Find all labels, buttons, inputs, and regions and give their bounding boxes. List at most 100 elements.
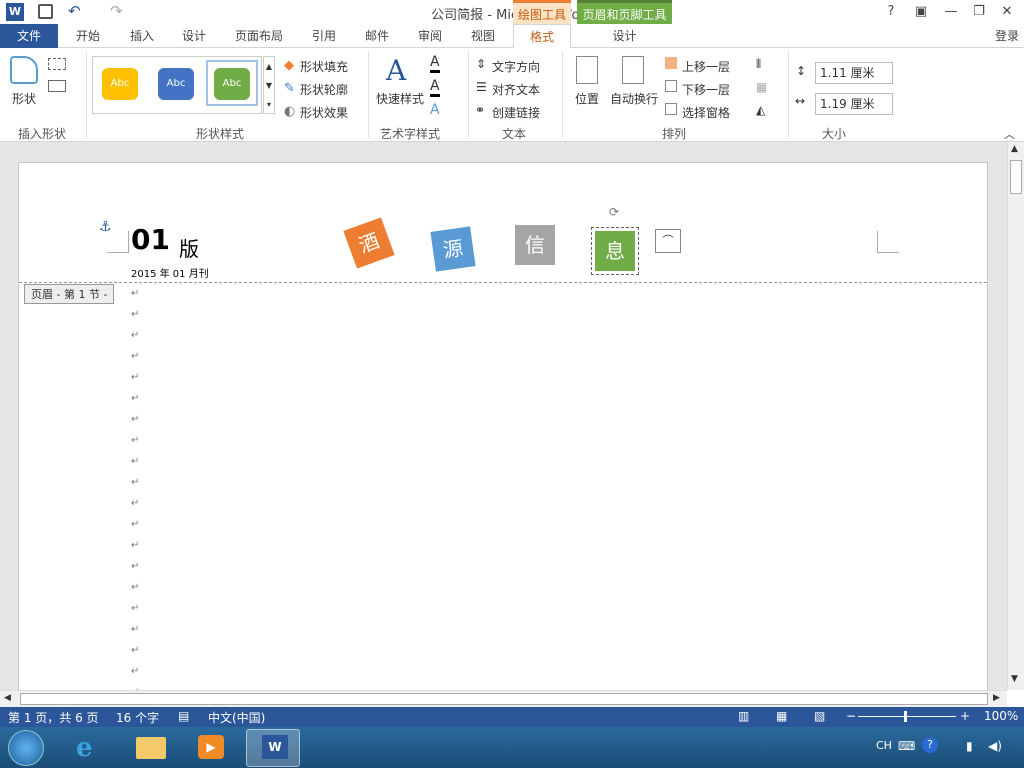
zoom-level[interactable]: 100% (984, 709, 1018, 723)
style-swatch-green[interactable]: Abc (214, 68, 250, 100)
status-bar: 第 1 页，共 6 页 16 个字 ▤ 中文(中国) ▥ ▦ ▧ − + 100… (0, 707, 1024, 727)
text-effect-icon[interactable]: A (430, 102, 440, 118)
tab-format[interactable]: 格式 (513, 24, 571, 49)
zoom-in-button[interactable]: + (960, 709, 970, 723)
tab-header-design[interactable]: 设计 (577, 24, 672, 48)
position-button[interactable]: 位置 (575, 90, 599, 107)
print-layout-icon[interactable]: ▦ (776, 709, 787, 723)
proofing-icon[interactable]: ▤ (178, 709, 189, 723)
text-fill-icon[interactable]: A (430, 54, 440, 73)
shape-width-input[interactable]: 1.19 厘米 (815, 93, 893, 115)
fill-icon: ◆ (284, 58, 294, 73)
media-player-icon[interactable]: ▶ (198, 735, 224, 759)
zoom-thumb[interactable] (904, 711, 907, 722)
send-backward-button[interactable]: 下移一层 (682, 81, 730, 98)
tile-3[interactable]: 信 (515, 225, 555, 265)
scroll-left-icon[interactable]: ◀ (4, 693, 11, 703)
shape-fill-button[interactable]: 形状填充 (300, 58, 348, 75)
tile-2[interactable]: 源 (430, 226, 476, 272)
style-swatch-blue[interactable]: Abc (158, 68, 194, 100)
doc-title-version[interactable]: 版 (179, 233, 199, 262)
network-icon[interactable]: ▮ (966, 739, 973, 753)
minimize-button[interactable]: — (940, 2, 962, 22)
bring-forward-button[interactable]: 上移一层 (682, 58, 730, 75)
scroll-down-icon[interactable]: ▼ (1011, 674, 1018, 684)
shapes-button[interactable]: 形状 (12, 90, 36, 107)
header-section-tag: 页眉 - 第 1 节 - (24, 284, 115, 304)
wordart-quick-icon[interactable]: A (386, 54, 406, 87)
context-drawing-tools: 绘图工具 (513, 0, 571, 24)
paragraph-mark: ↵ (131, 603, 140, 614)
wrap-text-icon[interactable] (622, 56, 644, 84)
language-indicator[interactable]: 中文(中国) (208, 709, 265, 726)
page-count[interactable]: 第 1 页，共 6 页 (8, 709, 99, 726)
scroll-right-icon[interactable]: ▶ (993, 693, 1000, 703)
style-swatch-yellow[interactable]: Abc (102, 68, 138, 100)
collapse-ribbon-icon[interactable]: ︿ (1004, 126, 1015, 142)
word-count[interactable]: 16 个字 (116, 709, 159, 726)
quick-style-button[interactable]: 快速样式 (376, 90, 424, 107)
tab-file[interactable]: 文件 (0, 24, 58, 48)
align-text-button[interactable]: 对齐文本 (492, 81, 540, 98)
hscroll-thumb[interactable] (20, 693, 988, 705)
align-icon[interactable]: ⫴ (756, 57, 761, 72)
doc-title-number[interactable]: 01 (131, 223, 170, 256)
input-language[interactable]: CH (876, 739, 892, 752)
shape-outline-button[interactable]: 形状轮廓 (300, 81, 348, 98)
shape-height-input[interactable]: 1.11 厘米 (815, 62, 893, 84)
document-page[interactable]: ⚓ 01 版 2015 年 01 月刊 页眉 - 第 1 节 - 酒 源 信 ⟳… (18, 162, 988, 702)
start-button-icon[interactable] (8, 730, 44, 766)
scroll-thumb[interactable] (1010, 160, 1022, 194)
web-layout-icon[interactable]: ▧ (814, 709, 825, 723)
paragraph-mark: ↵ (131, 351, 140, 362)
group-size: 大小 (821, 127, 846, 141)
create-link-button[interactable]: 创建链接 (492, 104, 540, 121)
shape-effect-button[interactable]: 形状效果 (300, 104, 348, 121)
ribbon-display-icon[interactable]: ▣ (910, 2, 932, 22)
tab-layout[interactable]: 页面布局 (228, 24, 290, 48)
text-direction-button[interactable]: 文字方向 (492, 58, 540, 75)
scroll-up-icon[interactable]: ▲ (1011, 144, 1018, 154)
keyboard-icon[interactable]: ⌨ (898, 739, 915, 753)
layout-options-icon[interactable]: ⌒ (655, 229, 681, 253)
tab-home[interactable]: 开始 (66, 24, 110, 48)
outline-icon: ✎ (284, 81, 295, 96)
tab-mailings[interactable]: 邮件 (355, 24, 399, 48)
edit-shape-icon[interactable] (48, 58, 66, 70)
tile-1[interactable]: 酒 (343, 217, 395, 269)
read-mode-icon[interactable]: ▥ (738, 709, 749, 723)
selection-pane-button[interactable]: 选择窗格 (682, 104, 730, 121)
vertical-scrollbar[interactable]: ▲ ▼ (1007, 142, 1024, 690)
rotate-icon[interactable]: ◭ (756, 103, 765, 117)
textbox-icon[interactable] (48, 80, 66, 92)
tab-references[interactable]: 引用 (302, 24, 346, 48)
restore-button[interactable]: ❐ (968, 2, 990, 22)
ie-icon[interactable]: e (76, 733, 93, 763)
text-outline-icon[interactable]: A (430, 78, 440, 97)
explorer-icon[interactable] (136, 737, 166, 759)
position-icon[interactable] (576, 56, 598, 84)
tab-review[interactable]: 审阅 (408, 24, 452, 48)
paragraph-mark: ↵ (131, 582, 140, 593)
signin-link[interactable]: 登录 (990, 24, 1024, 48)
tab-view[interactable]: 视图 (461, 24, 505, 48)
gallery-scroll[interactable]: ▲ ▼ ▾ (263, 56, 275, 114)
tab-insert[interactable]: 插入 (120, 24, 164, 48)
shapes-icon[interactable] (10, 56, 38, 84)
paragraph-mark: ↵ (131, 645, 140, 656)
help-tray-icon[interactable]: ? (922, 737, 938, 753)
volume-icon[interactable]: ◀) (988, 739, 1002, 753)
horizontal-scrollbar[interactable]: ◀ ▶ (0, 690, 1007, 707)
doc-date[interactable]: 2015 年 01 月刊 (131, 265, 209, 280)
zoom-out-button[interactable]: − (846, 709, 856, 723)
rotate-handle-icon[interactable]: ⟳ (609, 205, 619, 219)
group-icon[interactable]: ▦ (756, 80, 767, 94)
document-area: ⚓ 01 版 2015 年 01 月刊 页眉 - 第 1 节 - 酒 源 信 ⟳… (0, 142, 1024, 702)
close-button[interactable]: ✕ (996, 2, 1018, 22)
width-icon: ↔ (795, 94, 806, 108)
zoom-slider[interactable] (858, 716, 956, 717)
tab-design[interactable]: 设计 (172, 24, 216, 48)
tile-4-selected[interactable]: 息 (595, 231, 635, 271)
wrap-text-button[interactable]: 自动换行 (610, 90, 658, 107)
help-button[interactable]: ? (880, 2, 902, 22)
